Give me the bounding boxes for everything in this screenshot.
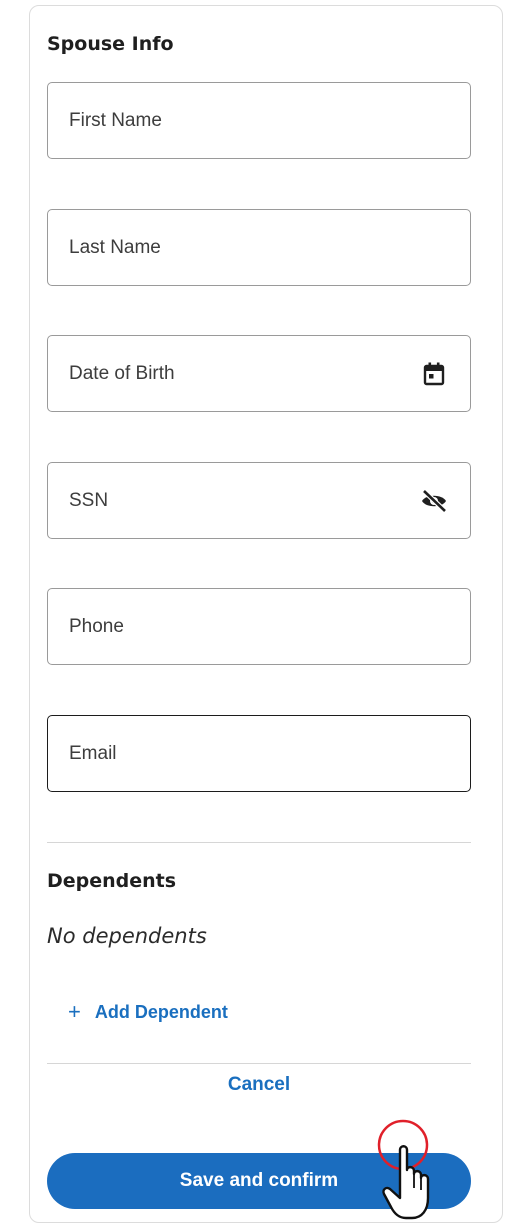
no-dependents-text: No dependents	[47, 924, 207, 948]
phone-field[interactable]	[47, 588, 471, 665]
email-field[interactable]	[47, 715, 471, 792]
plus-icon: +	[68, 999, 81, 1024]
ssn-input[interactable]	[48, 463, 470, 538]
first-name-input[interactable]	[48, 83, 470, 158]
phone-input[interactable]	[48, 589, 470, 664]
add-dependent-label: Add Dependent	[94, 1001, 228, 1022]
last-name-field[interactable]	[47, 209, 471, 286]
section-divider	[47, 842, 471, 843]
eye-off-icon[interactable]	[420, 487, 448, 515]
save-button-label: Save and confirm	[179, 1170, 339, 1191]
add-dependent-button[interactable]: + Add Dependent	[68, 1001, 228, 1023]
actions-divider	[47, 1063, 471, 1064]
date-of-birth-field[interactable]	[47, 335, 471, 412]
dependents-title: Dependents	[47, 870, 177, 892]
ssn-field[interactable]	[47, 462, 471, 539]
date-of-birth-input[interactable]	[48, 336, 470, 411]
save-and-confirm-button[interactable]: Save and confirm	[47, 1153, 471, 1209]
cancel-button[interactable]: Cancel	[47, 1074, 471, 1096]
first-name-field[interactable]	[47, 82, 471, 159]
last-name-input[interactable]	[48, 210, 470, 285]
calendar-icon[interactable]	[420, 360, 448, 388]
email-input[interactable]	[48, 716, 470, 791]
spouse-info-title: Spouse Info	[47, 33, 174, 55]
